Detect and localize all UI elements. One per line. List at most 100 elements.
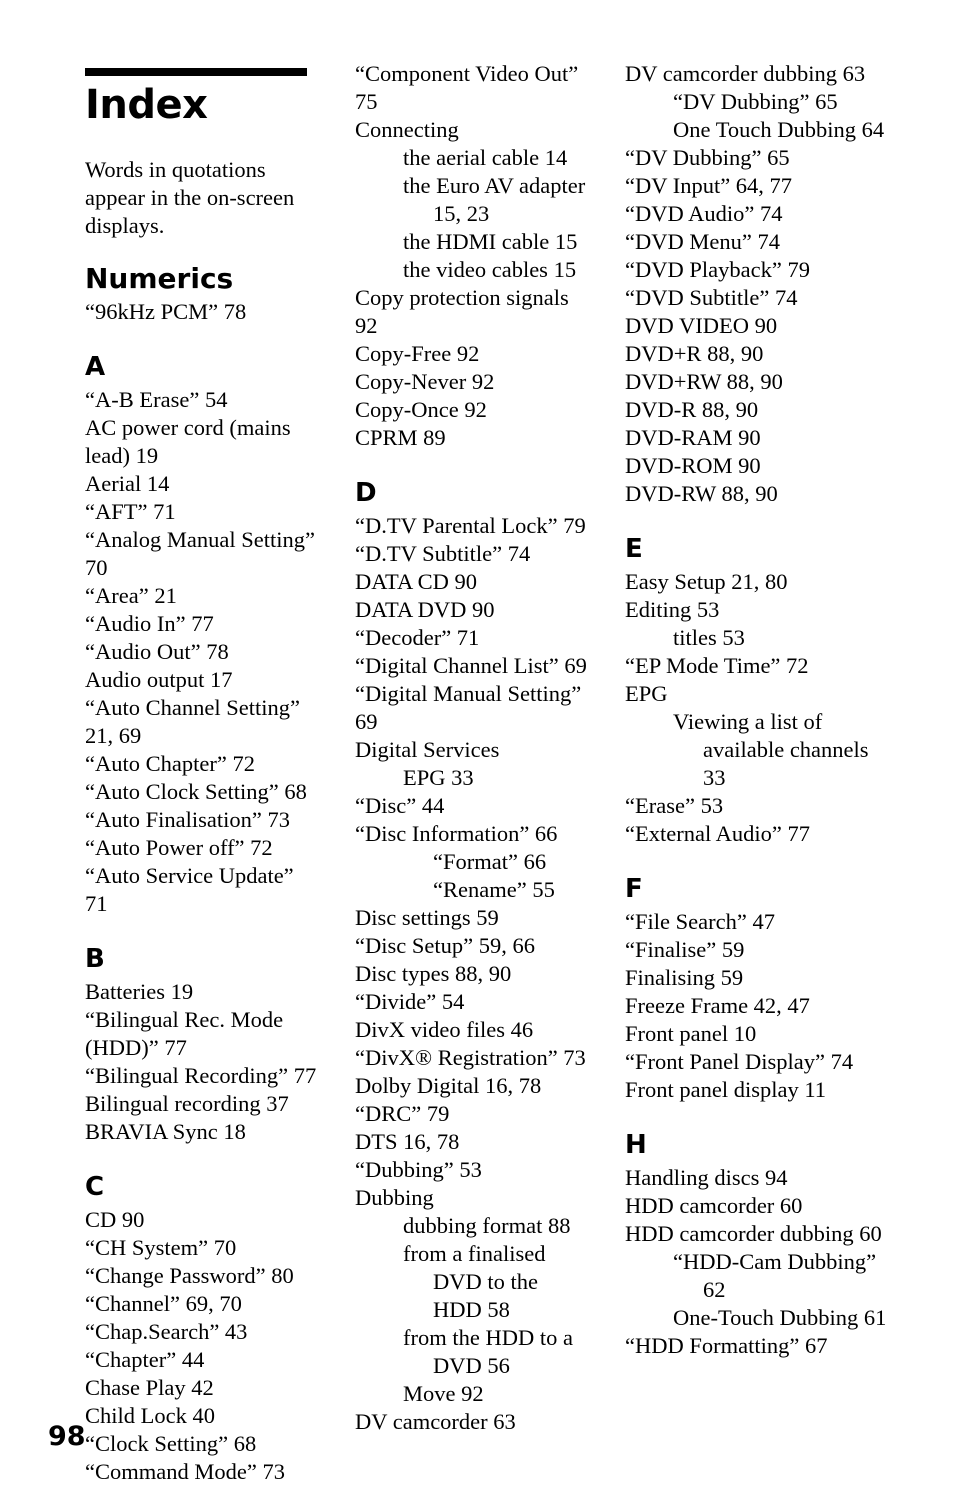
index-entry: “D.TV Parental Lock” 79 bbox=[355, 513, 586, 538]
index-entry: “Disc Setup” 59, 66 bbox=[355, 933, 535, 958]
index-entry: “Command Mode” 73 bbox=[85, 1459, 285, 1484]
index-entry: DV camcorder dubbing 63 bbox=[625, 61, 866, 86]
index-entry: DVD-R 88, 90 bbox=[625, 397, 759, 422]
index-entry: Copy protection signals 92 bbox=[355, 285, 575, 338]
index-entry: “A-B Erase” 54 bbox=[85, 387, 228, 412]
index-entry-list: Batteries 19 “Bilingual Rec. Mode (HDD)” … bbox=[85, 978, 320, 1146]
index-entry: Connecting bbox=[355, 117, 459, 142]
index-entry: “External Audio” 77 bbox=[625, 821, 810, 846]
index-entry: EPG 33 bbox=[403, 765, 474, 790]
index-entry: One-Touch Dubbing 61 bbox=[673, 1305, 887, 1330]
index-entry: Front panel display 11 bbox=[625, 1077, 827, 1102]
index-entry: “Audio In” 77 bbox=[85, 611, 214, 636]
index-entry: Audio output 17 bbox=[85, 667, 233, 692]
index-entry: “Divide” 54 bbox=[355, 989, 465, 1014]
index-columns: Index Words in quotations appear in the … bbox=[85, 60, 890, 1484]
index-entry: the aerial cable 14 bbox=[403, 145, 568, 170]
index-entry: “HDD-Cam Dubbing” 62 bbox=[673, 1249, 882, 1302]
index-entry-list: “96kHz PCM” 78 bbox=[85, 298, 320, 326]
index-entry: “Dubbing” 53 bbox=[355, 1157, 482, 1182]
index-entry: DV camcorder 63 bbox=[355, 1409, 516, 1434]
index-entry: “Chap.Search” 43 bbox=[85, 1319, 248, 1344]
index-entry: HDD camcorder 60 bbox=[625, 1193, 803, 1218]
index-entry-list: “File Search” 47 “Finalise” 59 Finalising … bbox=[625, 908, 890, 1104]
index-entry: DVD+R 88, 90 bbox=[625, 341, 764, 366]
index-entry: “EP Mode Time” 72 bbox=[625, 653, 809, 678]
index-entry: “CH System” 70 bbox=[85, 1235, 237, 1260]
index-entry: the HDMI cable 15 bbox=[403, 229, 578, 254]
index-entry: “Auto Finalisation” 73 bbox=[85, 807, 290, 832]
index-entry: Copy-Free 92 bbox=[355, 341, 480, 366]
index-entry: dubbing format 88 bbox=[403, 1213, 571, 1238]
index-entry: “Channel” 69, 70 bbox=[85, 1291, 242, 1316]
index-entry: “D.TV Subtitle” 74 bbox=[355, 541, 531, 566]
index-entry: “Change Password” 80 bbox=[85, 1263, 294, 1288]
index-entry: “DVD Audio” 74 bbox=[625, 201, 783, 226]
index-entry: “Digital Manual Setting” 69 bbox=[355, 681, 587, 734]
index-entry-list: “A-B Erase” 54 AC power cord (mains lead)… bbox=[85, 386, 320, 918]
index-entry: Batteries 19 bbox=[85, 979, 194, 1004]
index-entry: DATA DVD 90 bbox=[355, 597, 495, 622]
index-entry: Finalising 59 bbox=[625, 965, 744, 990]
index-entry: Bilingual recording 37 bbox=[85, 1091, 289, 1116]
index-entry: Easy Setup 21, 80 bbox=[625, 569, 788, 594]
index-entry: Move 92 bbox=[403, 1381, 484, 1406]
index-entry: “HDD Formatting” 67 bbox=[625, 1333, 828, 1358]
index-entry: “Finalise” 59 bbox=[625, 937, 745, 962]
letter-heading-b: B bbox=[85, 944, 105, 974]
index-entry: Copy-Never 92 bbox=[355, 369, 495, 394]
index-entry: “Auto Power off” 72 bbox=[85, 835, 273, 860]
index-entry: CD 90 bbox=[85, 1207, 145, 1232]
index-entry: “DVD Menu” 74 bbox=[625, 229, 780, 254]
index-column-1: Index Words in quotations appear in the … bbox=[85, 60, 320, 1486]
masthead-rule bbox=[85, 68, 307, 76]
letter-heading-d: D bbox=[355, 478, 377, 508]
index-entry: Editing 53 bbox=[625, 597, 720, 622]
index-entry: “Bilingual Rec. Mode (HDD)” 77 bbox=[85, 1007, 289, 1060]
index-entry: DVD-ROM 90 bbox=[625, 453, 761, 478]
index-entry: “Auto Service Update” 71 bbox=[85, 863, 300, 916]
index-entry: “Format” 66 bbox=[433, 849, 547, 874]
index-entry: DivX video files 46 bbox=[355, 1017, 534, 1042]
index-entry: “Bilingual Recording” 77 bbox=[85, 1063, 317, 1088]
index-entry: Aerial 14 bbox=[85, 471, 170, 496]
index-entry: “DVD Playback” 79 bbox=[625, 257, 810, 282]
index-entry: CPRM 89 bbox=[355, 425, 446, 450]
letter-heading-h: H bbox=[625, 1130, 647, 1160]
index-entry: “Auto Chapter” 72 bbox=[85, 751, 255, 776]
index-entry: BRAVIA Sync 18 bbox=[85, 1119, 246, 1144]
index-entry: “Chapter” 44 bbox=[85, 1347, 205, 1372]
index-entry: “Erase” 53 bbox=[625, 793, 724, 818]
index-page: Index Words in quotations appear in the … bbox=[0, 0, 954, 1484]
column-1-blocks: Numerics “96kHz PCM” 78 A “A-B Erase” 54 AC … bbox=[85, 262, 320, 1486]
letter-heading-f: F bbox=[625, 874, 643, 904]
index-entry: Child Lock 40 bbox=[85, 1403, 215, 1428]
index-entry: “Area” 21 bbox=[85, 583, 177, 608]
index-entry-list: DV camcorder dubbing 63 “DV Dubbing” 65 On… bbox=[625, 60, 890, 508]
index-entry: from a finalised DVD to the HDD 58 bbox=[403, 1241, 552, 1322]
index-entry: AC power cord (mains lead) 19 bbox=[85, 415, 297, 468]
index-entry: “Rename” 55 bbox=[433, 877, 555, 902]
index-entry: “DRC” 79 bbox=[355, 1101, 450, 1126]
index-entry: Front panel 10 bbox=[625, 1021, 757, 1046]
index-entry: One Touch Dubbing 64 bbox=[673, 117, 885, 142]
column-2-blocks: “Component Video Out” 75 Connecting the ae… bbox=[355, 60, 590, 1436]
letter-heading-e: E bbox=[625, 534, 643, 564]
index-entry: Digital Services bbox=[355, 737, 500, 762]
index-entry: DVD+RW 88, 90 bbox=[625, 369, 783, 394]
index-column-2: “Component Video Out” 75 Connecting the ae… bbox=[355, 60, 590, 1436]
index-entry: EPG bbox=[625, 681, 668, 706]
index-entry: DVD-RAM 90 bbox=[625, 425, 761, 450]
index-entry: titles 53 bbox=[673, 625, 745, 650]
index-entry: Freeze Frame 42, 47 bbox=[625, 993, 810, 1018]
index-entry: Handling discs 94 bbox=[625, 1165, 788, 1190]
masthead: Index Words in quotations appear in the … bbox=[85, 68, 320, 240]
index-entry: “DV Dubbing” 65 bbox=[673, 89, 838, 114]
letter-heading-a: A bbox=[85, 352, 106, 382]
index-entry: “DivX® Registration” 73 bbox=[355, 1045, 586, 1070]
index-entry: Copy-Once 92 bbox=[355, 397, 487, 422]
index-entry: “AFT” 71 bbox=[85, 499, 176, 524]
index-entry: “DV Dubbing” 65 bbox=[625, 145, 790, 170]
column-3-blocks: DV camcorder dubbing 63 “DV Dubbing” 65 On… bbox=[625, 60, 890, 1360]
index-entry: DATA CD 90 bbox=[355, 569, 477, 594]
